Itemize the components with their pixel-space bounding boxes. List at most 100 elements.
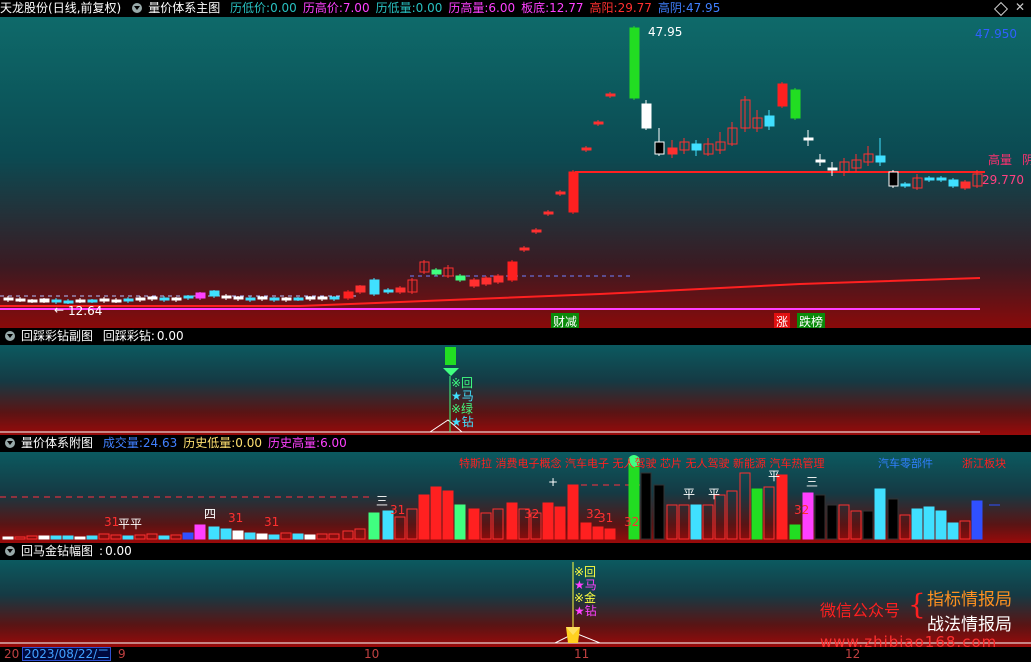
volume-bar <box>726 490 738 540</box>
sub2-pane[interactable]: 量价体系附图 成交量:24.63 历史低量:0.00 历史高量:6.00 特斯拉 消… <box>0 435 1031 543</box>
volume-bar <box>702 504 714 540</box>
sub1-pane[interactable]: 回踩彩钻副图 回踩彩钻: 0.00 ※回 ★马 ※绿 ★钻 <box>0 328 1031 435</box>
volume-bar <box>959 520 971 540</box>
volume-mark: 平 <box>708 487 721 501</box>
volume-bar <box>194 524 206 540</box>
candle-body <box>355 285 366 293</box>
sub3-pane[interactable]: 回马金钻幅图:0.00 ※回 ★马 ※金 ★钻 微信公众号 { 指标情报局 战法… <box>0 543 1031 647</box>
candle-body <box>629 27 640 99</box>
volume-bar <box>899 514 911 540</box>
candle-body <box>171 297 182 301</box>
candle-body <box>221 295 232 299</box>
candle-body <box>369 279 380 295</box>
candlestick-chart <box>0 26 985 310</box>
volume-bar <box>739 472 751 540</box>
right-value-label: 29.770 <box>982 173 1024 187</box>
volume-bar <box>542 502 554 540</box>
volume-bar <box>146 533 158 540</box>
watermark-line1: 指标情报局 <box>927 590 1012 610</box>
candle-body <box>593 121 604 125</box>
candle-body <box>900 183 911 187</box>
price-low-label: 12.64 <box>68 304 103 318</box>
volume-bar <box>874 488 886 540</box>
candle-body <box>948 179 959 187</box>
candle-body <box>815 159 826 163</box>
low-arrow-icon: ← <box>54 303 65 317</box>
candle-body <box>63 300 74 304</box>
candle-body <box>147 296 158 300</box>
volume-bar <box>232 530 244 540</box>
candle-body <box>455 275 466 281</box>
main-chart-pane[interactable]: 天龙股份(日线,前复权) 量价体系主图 历低价:0.00 历高价:7.00 历低量:0… <box>0 0 1031 328</box>
candle-body <box>135 297 146 301</box>
candle-body <box>3 297 14 301</box>
sub1-signal-4: ★钻 <box>451 415 474 429</box>
tag-diebang: 跌榜 <box>797 313 826 328</box>
volume-mark: 31 <box>228 511 244 525</box>
volume-bar <box>640 472 652 540</box>
watermark-url: www.zhibiao168.com <box>820 633 998 647</box>
volume-bar <box>935 510 947 540</box>
candle-body <box>936 177 947 181</box>
candle-body <box>281 297 292 301</box>
volume-bar <box>354 528 366 540</box>
volume-mark: 31 <box>264 515 280 529</box>
volume-bar <box>776 474 788 540</box>
volume-bar <box>368 512 380 540</box>
volume-bar <box>304 534 316 540</box>
volume-bar <box>604 528 616 540</box>
volume-mark: 三 <box>806 475 819 489</box>
volume-bar <box>763 486 775 540</box>
candle-body <box>507 261 518 281</box>
volume-bar <box>208 526 220 540</box>
volume-bar <box>850 510 862 540</box>
candle-body <box>827 167 838 171</box>
volume-bar <box>86 535 98 540</box>
volume-bar <box>751 488 763 540</box>
volume-mark: 32 <box>524 507 540 521</box>
tag-caijian: 财减 <box>551 313 580 328</box>
candle-body <box>87 299 98 303</box>
volume-mark: 31 <box>598 511 614 525</box>
candle-body <box>183 295 194 299</box>
volume-bar <box>328 533 340 540</box>
candle-body <box>195 292 206 299</box>
axis-label-9: 9 <box>118 647 126 661</box>
volume-bar <box>220 528 232 540</box>
volume-bar <box>418 494 430 540</box>
candle-body <box>531 229 542 233</box>
volume-mark: 32 <box>624 515 640 529</box>
candle-body <box>317 296 328 300</box>
axis-label-11: 11 <box>574 647 590 661</box>
date-axis[interactable]: 20 2023/08/22/二 9 10 11 12 <box>0 647 1031 662</box>
volume-bar <box>98 533 110 540</box>
candle-body <box>99 298 110 302</box>
candle-body <box>764 115 775 127</box>
volume-bar <box>26 535 38 540</box>
candle-body <box>875 155 886 163</box>
volume-bar <box>280 532 292 540</box>
candle-body <box>343 291 354 299</box>
candle-body <box>395 287 406 293</box>
candle-body <box>481 277 492 285</box>
signal-curve <box>0 419 980 433</box>
volume-bar <box>268 534 280 540</box>
volume-bar <box>814 494 826 540</box>
signal-green-bar <box>445 347 456 365</box>
candle-body <box>960 181 971 189</box>
axis-label-12: 12 <box>845 647 861 661</box>
candle-body <box>493 275 504 283</box>
volume-bar <box>678 504 690 540</box>
volume-chart <box>0 455 1000 540</box>
volume-bar <box>911 508 923 540</box>
watermark-brace: { <box>908 588 926 621</box>
volume-bar <box>158 535 170 540</box>
volume-mark: 32 <box>794 503 810 517</box>
volume-bar <box>74 536 86 540</box>
price-high-label: 47.95 <box>648 25 683 39</box>
volume-bar <box>838 504 850 540</box>
candle-body <box>245 297 256 301</box>
candle-body <box>888 171 899 187</box>
volume-bar <box>122 535 134 540</box>
volume-bar <box>454 504 466 540</box>
